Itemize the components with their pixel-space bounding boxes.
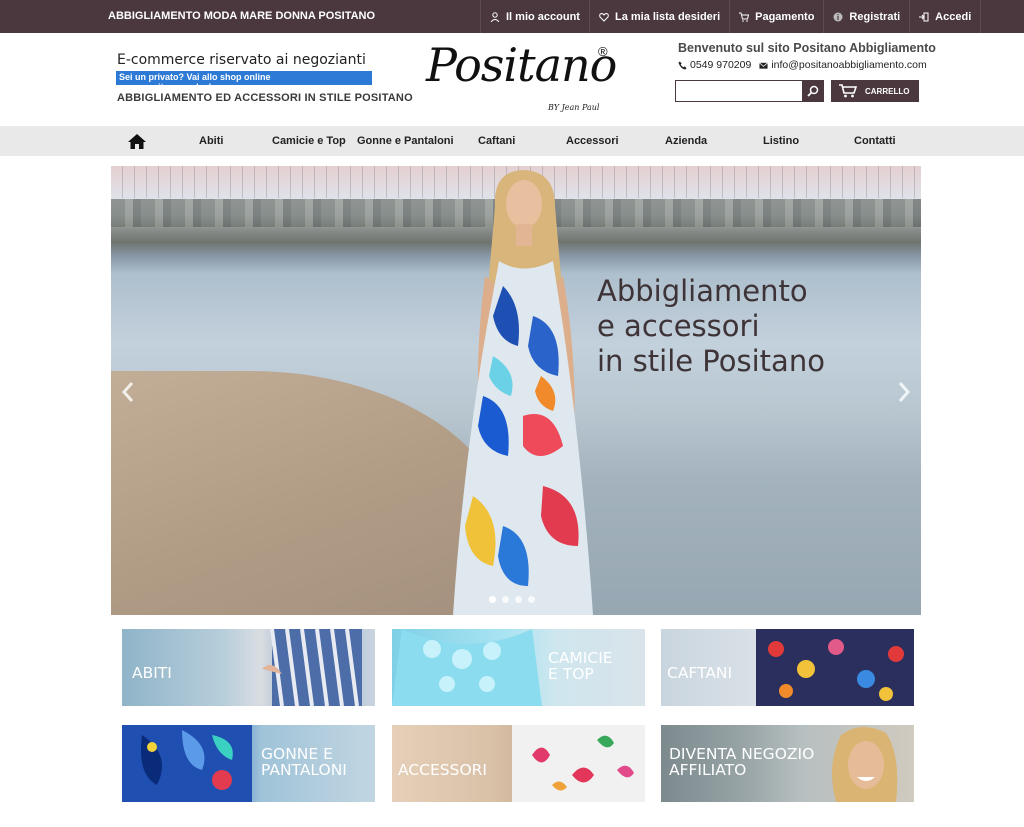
tile-label: ABITI [132, 665, 172, 681]
category-tile-gonne-e-pantaloni[interactable]: GONNE E PANTALONI [122, 725, 375, 802]
tile-label: ACCESSORI [398, 762, 487, 778]
private-shop-link[interactable]: Sei un privato? Vai allo shop online www… [116, 71, 372, 92]
tile-label-line: ABITI [132, 664, 172, 682]
nav-item-caftani[interactable]: Caftani [478, 135, 515, 147]
cart-button[interactable]: CARRELLO [831, 80, 919, 102]
search-input[interactable] [676, 81, 802, 101]
positano-logo[interactable]: Positano ® BY Jean Paul [426, 38, 617, 118]
tile-label-line: AFFILIATO [669, 761, 747, 779]
category-tile-abiti[interactable]: ABITI [122, 629, 375, 706]
promo-title: E-commerce riservato ai negozianti [117, 52, 366, 68]
tile-camicie-image [392, 629, 542, 706]
mail-icon [759, 62, 769, 69]
tile-gonne-image [122, 725, 252, 802]
tile-affiliato-image [832, 726, 898, 802]
contact-info: 0549 970209 info@positanoabbigliamento.c… [678, 59, 927, 71]
tile-label-line: PANTALONI [261, 761, 347, 779]
tile-accessori-image [512, 725, 645, 802]
search-button[interactable] [802, 81, 823, 101]
nav-item-contatti[interactable]: Contatti [854, 135, 896, 147]
register-label: Registrati [849, 10, 901, 23]
cart-label: CARRELLO [865, 86, 910, 96]
welcome-message: Benvenuto sul sito Positano Abbigliament… [678, 41, 936, 55]
nav-item-camicie-e-top[interactable]: Camicie e Top [272, 135, 346, 147]
hero-headline-line-2: e accessori [597, 309, 760, 343]
tile-label-line: ACCESSORI [398, 761, 487, 779]
nav-item-azienda[interactable]: Azienda [665, 135, 707, 147]
search-icon [806, 85, 818, 97]
checkout-label: Pagamento [755, 10, 815, 23]
slider-dot-1[interactable] [489, 596, 496, 603]
logo-registered-mark: ® [598, 44, 608, 59]
register-link[interactable]: Registrati [823, 0, 909, 33]
hero-headline: Abbigliamento e accessori in stile Posit… [597, 274, 897, 379]
login-icon [919, 12, 929, 21]
category-tile-camicie-e-top[interactable]: CAMICIE E TOP [392, 629, 645, 706]
info-icon [833, 12, 843, 21]
category-tile-negozio-affiliato[interactable]: DIVENTA NEGOZIO AFFILIATO [661, 725, 914, 802]
my-account-link[interactable]: Il mio account [480, 0, 589, 33]
nav-item-listino[interactable]: Listino [763, 135, 799, 147]
category-tile-caftani[interactable]: CAFTANI [661, 629, 914, 706]
user-icon [490, 11, 500, 22]
slider-prev-arrow-icon[interactable] [121, 381, 135, 403]
tile-label: CAMICIE E TOP [548, 650, 613, 682]
tile-label-line: GONNE E [261, 745, 333, 763]
logo-name: Positano [426, 38, 617, 92]
account-links: Il mio account La mia lista desideri Pag… [480, 0, 982, 33]
tile-label-line: CAMICIE [548, 649, 613, 667]
phone-number: 0549 970209 [690, 59, 752, 71]
main-nav: Abiti Camicie e Top Gonne e Pantaloni Ca… [0, 126, 1024, 156]
shopping-cart-icon [839, 84, 857, 98]
category-tile-accessori[interactable]: ACCESSORI [392, 725, 645, 802]
tile-label-line: CAFTANI [667, 664, 733, 682]
tile-label-line: E TOP [548, 665, 594, 683]
slider-pagination [489, 596, 541, 603]
hero-slider[interactable]: Abbigliamento e accessori in stile Posit… [111, 166, 921, 615]
wishlist-link[interactable]: La mia lista desideri [588, 0, 729, 33]
site-tagline: ABBIGLIAMENTO MODA MARE DONNA POSITANO [108, 10, 376, 22]
tile-label: DIVENTA NEGOZIO AFFILIATO [669, 746, 814, 778]
home-icon[interactable] [128, 134, 146, 149]
email-wrap: info@positanoabbigliamento.com [759, 59, 927, 71]
slider-dot-2[interactable] [502, 596, 509, 603]
slider-dot-4[interactable] [528, 596, 535, 603]
top-bar: ABBIGLIAMENTO MODA MARE DONNA POSITANO I… [0, 0, 1024, 33]
slider-dot-3[interactable] [515, 596, 522, 603]
promo-subtitle: ABBIGLIAMENTO ED ACCESSORI IN STILE POSI… [117, 92, 413, 104]
email-address[interactable]: info@positanoabbigliamento.com [771, 59, 926, 71]
tile-label: GONNE E PANTALONI [261, 746, 347, 778]
login-label: Accedi [935, 10, 972, 23]
tile-caftani-image [756, 629, 914, 706]
tile-abiti-image [262, 629, 362, 706]
slider-next-arrow-icon[interactable] [897, 381, 911, 403]
heart-icon [599, 12, 609, 22]
checkout-link[interactable]: Pagamento [729, 0, 823, 33]
phone-icon [678, 60, 687, 70]
hero-headline-line-1: Abbigliamento [597, 274, 808, 308]
nav-item-accessori[interactable]: Accessori [566, 135, 619, 147]
login-link[interactable]: Accedi [909, 0, 982, 33]
logo-byline: BY Jean Paul [548, 103, 600, 112]
hero-headline-line-3: in stile Positano [597, 344, 825, 378]
tile-label-line: DIVENTA NEGOZIO [669, 745, 815, 763]
cart-icon [739, 12, 750, 22]
nav-item-abiti[interactable]: Abiti [199, 135, 223, 147]
nav-item-gonne-e-pantaloni[interactable]: Gonne e Pantaloni [357, 135, 454, 147]
search-box [675, 80, 824, 102]
tile-label: CAFTANI [667, 665, 732, 681]
wishlist-label: La mia lista desideri [614, 10, 721, 23]
my-account-label: Il mio account [506, 10, 580, 23]
hero-model-image [453, 170, 593, 615]
